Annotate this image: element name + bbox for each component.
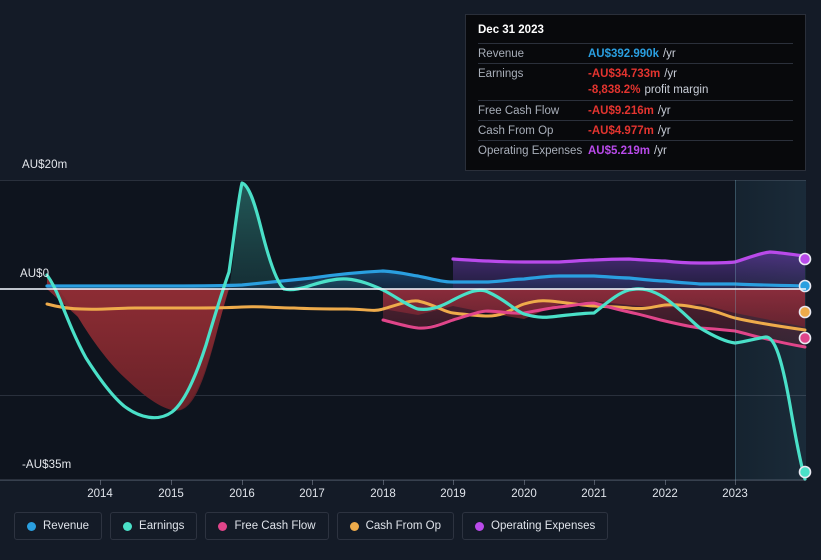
endpoint-cash-from-op	[798, 305, 812, 319]
legend-item-earnings[interactable]: Earnings	[110, 512, 198, 540]
x-axis-tick-2022: 2022	[652, 488, 678, 500]
tooltip-row-label: Earnings	[478, 68, 524, 80]
x-axis: 2014 2015 2016 2017 2018 2019 2020 2021 2022 2023	[0, 480, 806, 506]
tooltip-row: Free Cash Flow -AU$9.216m/yr	[478, 100, 793, 120]
x-axis-tick-2015: 2015	[158, 488, 184, 500]
tooltip-row-value: -AU$34.733m	[588, 68, 661, 80]
legend-item-free-cash-flow[interactable]: Free Cash Flow	[205, 512, 329, 540]
endpoint-free-cash-flow	[798, 331, 812, 345]
x-axis-tickmark	[453, 480, 454, 485]
tooltip-row-label: Free Cash Flow	[478, 105, 560, 117]
tooltip-row-label: Cash From Op	[478, 125, 554, 137]
chart-plot-area	[0, 180, 812, 481]
tooltip-date: Dec 31 2023	[478, 24, 544, 36]
legend-item-cash-from-op[interactable]: Cash From Op	[336, 512, 455, 540]
tooltip-row: Operating Expenses AU$5.219m/yr	[478, 140, 793, 160]
y-axis-label-bottom: -AU$35m	[22, 459, 72, 471]
legend-color-dot	[123, 521, 133, 531]
tooltip-row-suffix: /yr	[657, 125, 671, 137]
x-axis-tickmark	[242, 480, 243, 485]
x-axis-tickmark	[171, 480, 172, 485]
x-axis-tickmark	[665, 480, 666, 485]
tooltip-row-suffix: /yr	[654, 145, 667, 157]
tooltip-row-value: -AU$4.977m	[588, 125, 654, 137]
tooltip-row-value: AU$5.219m	[588, 145, 651, 157]
tooltip-row-suffix: /yr	[662, 48, 676, 60]
tooltip-row: Earnings -AU$34.733m/yr	[478, 63, 793, 83]
legend-item-label: Cash From Op	[365, 520, 442, 532]
tooltip-row-suffix: profit margin	[644, 84, 709, 96]
tooltip-row-label: Revenue	[478, 48, 525, 60]
chart-legend: Revenue Earnings Free Cash Flow Cash From O…	[0, 512, 821, 540]
endpoint-revenue	[798, 279, 812, 293]
legend-color-dot	[475, 521, 485, 531]
y-axis-label-zero: AU$0	[20, 268, 50, 280]
endpoint-earnings	[798, 465, 812, 479]
x-axis-tickmark	[100, 480, 101, 485]
legend-color-dot	[27, 521, 36, 531]
x-axis-tickmark	[383, 480, 384, 485]
x-axis-tickmark	[594, 480, 595, 485]
tooltip-row-suffix: /yr	[657, 105, 671, 117]
legend-item-label: Operating Expenses	[491, 520, 596, 532]
chart-tooltip: Dec 31 2023 Revenue AU$392.990k/yr Earning…	[465, 14, 806, 171]
legend-item-revenue[interactable]: Revenue	[14, 512, 103, 540]
x-axis-tick-2017: 2017	[299, 488, 325, 500]
series-svg	[45, 181, 812, 481]
tooltip-row-label: Operating Expenses	[478, 145, 583, 157]
legend-item-operating-expenses[interactable]: Operating Expenses	[462, 512, 609, 540]
legend-color-dot	[218, 521, 228, 531]
tooltip-row-value: -AU$9.216m	[588, 105, 654, 117]
x-axis-tick-2021: 2021	[581, 488, 607, 500]
legend-item-label: Earnings	[139, 520, 185, 532]
tooltip-row: -8,838.2% profit margin	[478, 83, 793, 100]
x-axis-tick-2016: 2016	[229, 488, 255, 500]
tooltip-row: Revenue AU$392.990k/yr	[478, 43, 793, 63]
tooltip-row-suffix: /yr	[664, 68, 678, 80]
forecast-divider	[735, 180, 736, 480]
zero-line	[0, 288, 806, 290]
x-axis-tickmark	[735, 480, 736, 485]
x-axis-tick-2019: 2019	[440, 488, 466, 500]
x-axis-tickmark	[312, 480, 313, 485]
x-axis-tick-2023: 2023	[722, 488, 748, 500]
legend-item-label: Free Cash Flow	[234, 520, 316, 532]
y-axis-label-top: AU$20m	[22, 159, 68, 171]
x-axis-tick-2018: 2018	[370, 488, 396, 500]
legend-item-label: Revenue	[43, 520, 90, 532]
tooltip-rows: Revenue AU$392.990k/yr Earnings -AU$34.733m…	[478, 43, 793, 160]
tooltip-row: Cash From Op -AU$4.977m/yr	[478, 120, 793, 140]
x-axis-tick-2014: 2014	[87, 488, 113, 500]
tooltip-row-value: AU$392.990k	[588, 48, 659, 60]
legend-color-dot	[349, 521, 359, 531]
x-axis-tickmark	[524, 480, 525, 485]
tooltip-row-value: -8,838.2%	[588, 84, 641, 96]
x-axis-tick-2020: 2020	[511, 488, 537, 500]
endpoint-opex	[798, 252, 812, 266]
